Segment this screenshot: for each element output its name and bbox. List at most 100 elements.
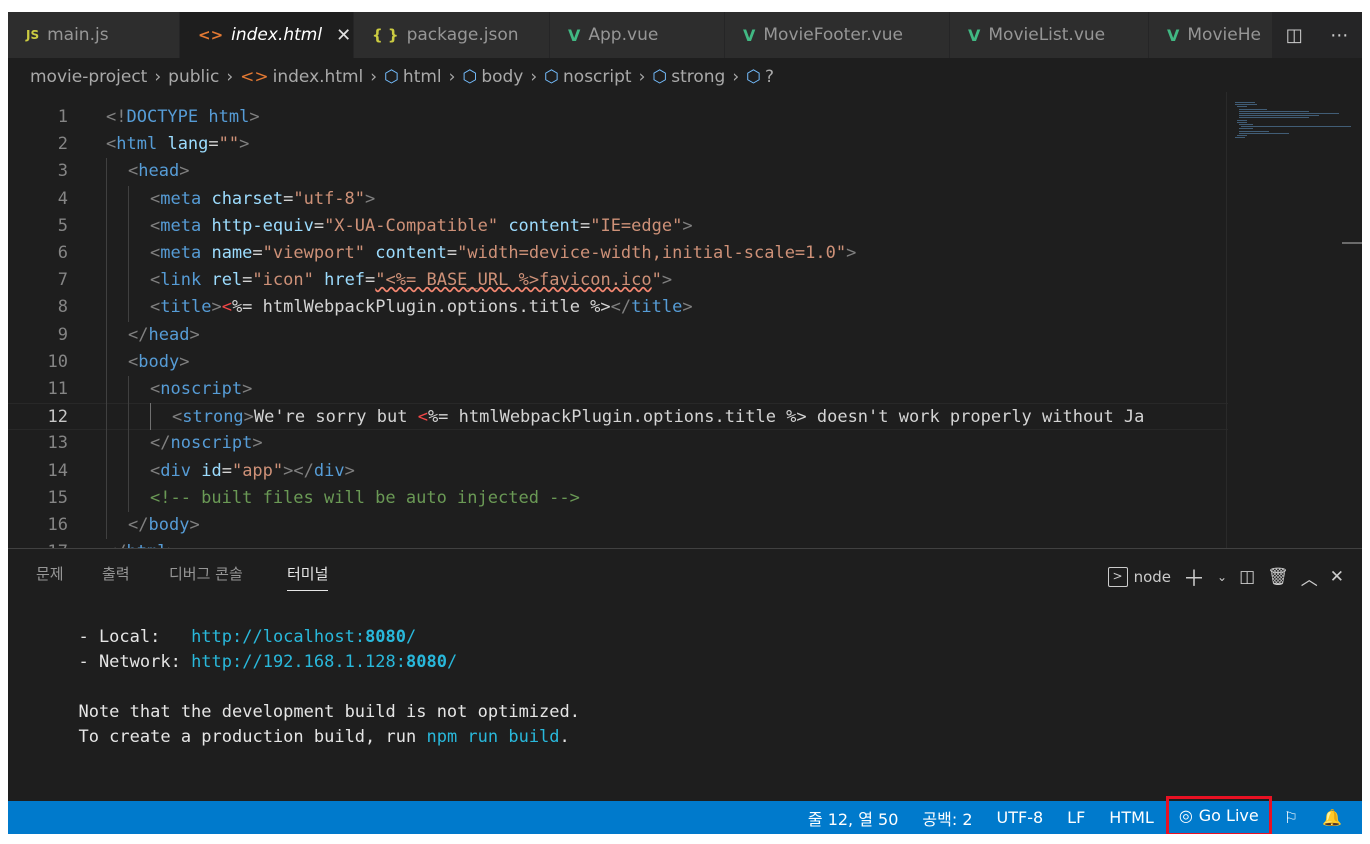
indent-guide bbox=[128, 267, 129, 295]
editor-tab-bar: JS main.js <> index.html ✕ { } package.j… bbox=[8, 12, 1362, 58]
code-line: 12 <strong>We're sorry but <%= htmlWebpac… bbox=[8, 403, 1228, 431]
tab-label: package.json bbox=[406, 25, 519, 45]
terminal-name: node bbox=[1133, 568, 1172, 586]
panel-tabs: 문제 출력 디버그 콘솔 터미널 > node ＋ ⌄ ◫ 🗑 ︿ ✕ bbox=[8, 549, 1362, 597]
tab-moviefooter-vue[interactable]: V MovieFooter.vue bbox=[725, 12, 950, 58]
html-file-icon: <> bbox=[198, 26, 224, 44]
code-line: 9 </head> bbox=[8, 322, 1228, 349]
tab-package-json[interactable]: { } package.json bbox=[354, 12, 550, 58]
indent-guide bbox=[128, 294, 129, 322]
vue-file-icon: V bbox=[968, 25, 981, 45]
code-line: 13 </noscript> bbox=[8, 430, 1228, 457]
indent-guide bbox=[106, 321, 107, 349]
breadcrumb-item[interactable]: body bbox=[481, 67, 523, 87]
breadcrumb-item[interactable]: strong bbox=[671, 67, 725, 87]
code-text: <link rel="icon" href="<%= BASE_URL %>fa… bbox=[150, 270, 673, 291]
indent-guide bbox=[106, 267, 107, 295]
bell-icon[interactable]: 🔔 bbox=[1310, 801, 1362, 834]
split-terminal-icon[interactable]: ◫ bbox=[1239, 567, 1255, 587]
code-text: </noscript> bbox=[150, 433, 263, 454]
indent-guide bbox=[106, 512, 107, 540]
encoding[interactable]: UTF-8 bbox=[985, 801, 1056, 834]
line-number: 16 bbox=[47, 515, 68, 535]
tab-moviehe-vue[interactable]: V MovieHe bbox=[1149, 12, 1279, 58]
indent-guide bbox=[128, 376, 129, 404]
go-live-label: Go Live bbox=[1198, 806, 1259, 825]
line-number: 7 bbox=[57, 270, 68, 291]
chevron-right-icon: › bbox=[530, 67, 538, 87]
breadcrumb-item[interactable]: ? bbox=[765, 67, 774, 87]
element-icon: ⬡ bbox=[462, 67, 478, 87]
language-mode[interactable]: HTML bbox=[1097, 801, 1166, 834]
indent-guide bbox=[106, 484, 107, 512]
line-number: 10 bbox=[47, 351, 68, 372]
tab-label: App.vue bbox=[588, 25, 659, 45]
code-text: <!DOCTYPE html> bbox=[106, 107, 260, 127]
code-line: 7 <link rel="icon" href="<%= BASE_URL %>f… bbox=[8, 267, 1228, 294]
breadcrumb-item[interactable]: noscript bbox=[563, 67, 632, 87]
code-line: 2 <html lang=""> bbox=[8, 131, 1228, 158]
minimap-line bbox=[1239, 132, 1289, 134]
chevron-right-icon: › bbox=[448, 67, 456, 87]
minimap-line bbox=[1235, 104, 1257, 106]
tab-problems[interactable]: 문제 bbox=[36, 563, 64, 584]
terminal-output[interactable]: - Local: http://localhost:8080/ - Networ… bbox=[58, 625, 580, 750]
close-panel-icon[interactable]: ✕ bbox=[1330, 567, 1344, 587]
minimap-line bbox=[1237, 135, 1247, 136]
line-number: 14 bbox=[47, 460, 68, 481]
minimap-line bbox=[1239, 124, 1253, 125]
code-line: 3 <head> bbox=[8, 158, 1228, 185]
cursor-position[interactable]: 줄 12, 열 50 bbox=[796, 801, 911, 834]
minimap-line bbox=[1239, 115, 1319, 117]
tab-output[interactable]: 출력 bbox=[102, 563, 130, 584]
new-terminal-icon[interactable]: ＋ bbox=[1183, 561, 1205, 593]
close-icon[interactable]: ✕ bbox=[336, 25, 351, 46]
breadcrumb-item[interactable]: public bbox=[168, 67, 219, 87]
feedback-icon[interactable]: ⚐ bbox=[1272, 801, 1310, 834]
indentation[interactable]: 공백: 2 bbox=[910, 801, 984, 834]
end-of-line[interactable]: LF bbox=[1055, 801, 1097, 834]
indent-guide bbox=[106, 212, 107, 240]
breadcrumb: movie-project › public › <> index.html › ⬡ … bbox=[8, 58, 1362, 96]
minimap[interactable] bbox=[1226, 92, 1362, 548]
trash-icon[interactable]: 🗑 bbox=[1267, 567, 1289, 587]
indent-guide bbox=[106, 430, 107, 458]
breadcrumb-item[interactable]: html bbox=[403, 67, 442, 87]
code-text: <html lang=""> bbox=[106, 134, 250, 155]
tab-index-html[interactable]: <> index.html ✕ bbox=[180, 12, 354, 58]
split-editor-icon[interactable]: ◫ bbox=[1286, 25, 1303, 46]
more-actions-icon[interactable]: ⋯ bbox=[1330, 25, 1348, 46]
line-number: 4 bbox=[57, 188, 68, 209]
element-icon: ⬡ bbox=[746, 67, 761, 87]
element-icon: ⬡ bbox=[652, 67, 668, 87]
code-editor[interactable]: 1 <!DOCTYPE html> 2 <html lang=""> 3 <head> 4 <… bbox=[8, 92, 1362, 548]
indent-guide bbox=[128, 484, 129, 512]
tab-app-vue[interactable]: V App.vue bbox=[550, 12, 725, 58]
tab-movielist-vue[interactable]: V MovieList.vue bbox=[950, 12, 1149, 58]
code-text: <div id="app"></div> bbox=[150, 460, 355, 481]
maximize-panel-icon[interactable]: ︿ bbox=[1301, 565, 1318, 590]
line-number: 17 bbox=[8, 539, 68, 548]
vue-file-icon: V bbox=[743, 25, 756, 45]
go-live-button[interactable]: ◎ Go Live bbox=[1165, 795, 1272, 834]
code-text: </head> bbox=[128, 324, 200, 345]
line-number: 12 bbox=[47, 407, 68, 428]
editor-actions: ◫ ⋯ bbox=[1272, 12, 1362, 58]
breadcrumb-item[interactable]: index.html bbox=[273, 67, 364, 87]
tab-label: MovieList.vue bbox=[988, 25, 1106, 45]
indent-guide bbox=[106, 348, 107, 376]
terminal-selector[interactable]: > node bbox=[1107, 567, 1172, 587]
code-text: <noscript> bbox=[150, 379, 253, 399]
tab-label: MovieHe bbox=[1187, 25, 1261, 45]
tab-debug-console[interactable]: 디버그 콘솔 bbox=[169, 563, 243, 584]
chevron-down-icon[interactable]: ⌄ bbox=[1217, 570, 1227, 584]
minimap-line bbox=[1237, 106, 1247, 108]
code-line: 4 <meta charset="utf-8"> bbox=[8, 186, 1228, 213]
tab-main-js[interactable]: JS main.js bbox=[8, 12, 180, 58]
tab-terminal[interactable]: 터미널 bbox=[287, 563, 329, 591]
breadcrumb-item[interactable]: movie-project bbox=[30, 67, 147, 87]
code-line: 10 <body> bbox=[8, 349, 1228, 376]
chevron-right-icon: › bbox=[638, 67, 646, 87]
indent-guide bbox=[128, 403, 129, 431]
minimap-line bbox=[1239, 110, 1309, 112]
